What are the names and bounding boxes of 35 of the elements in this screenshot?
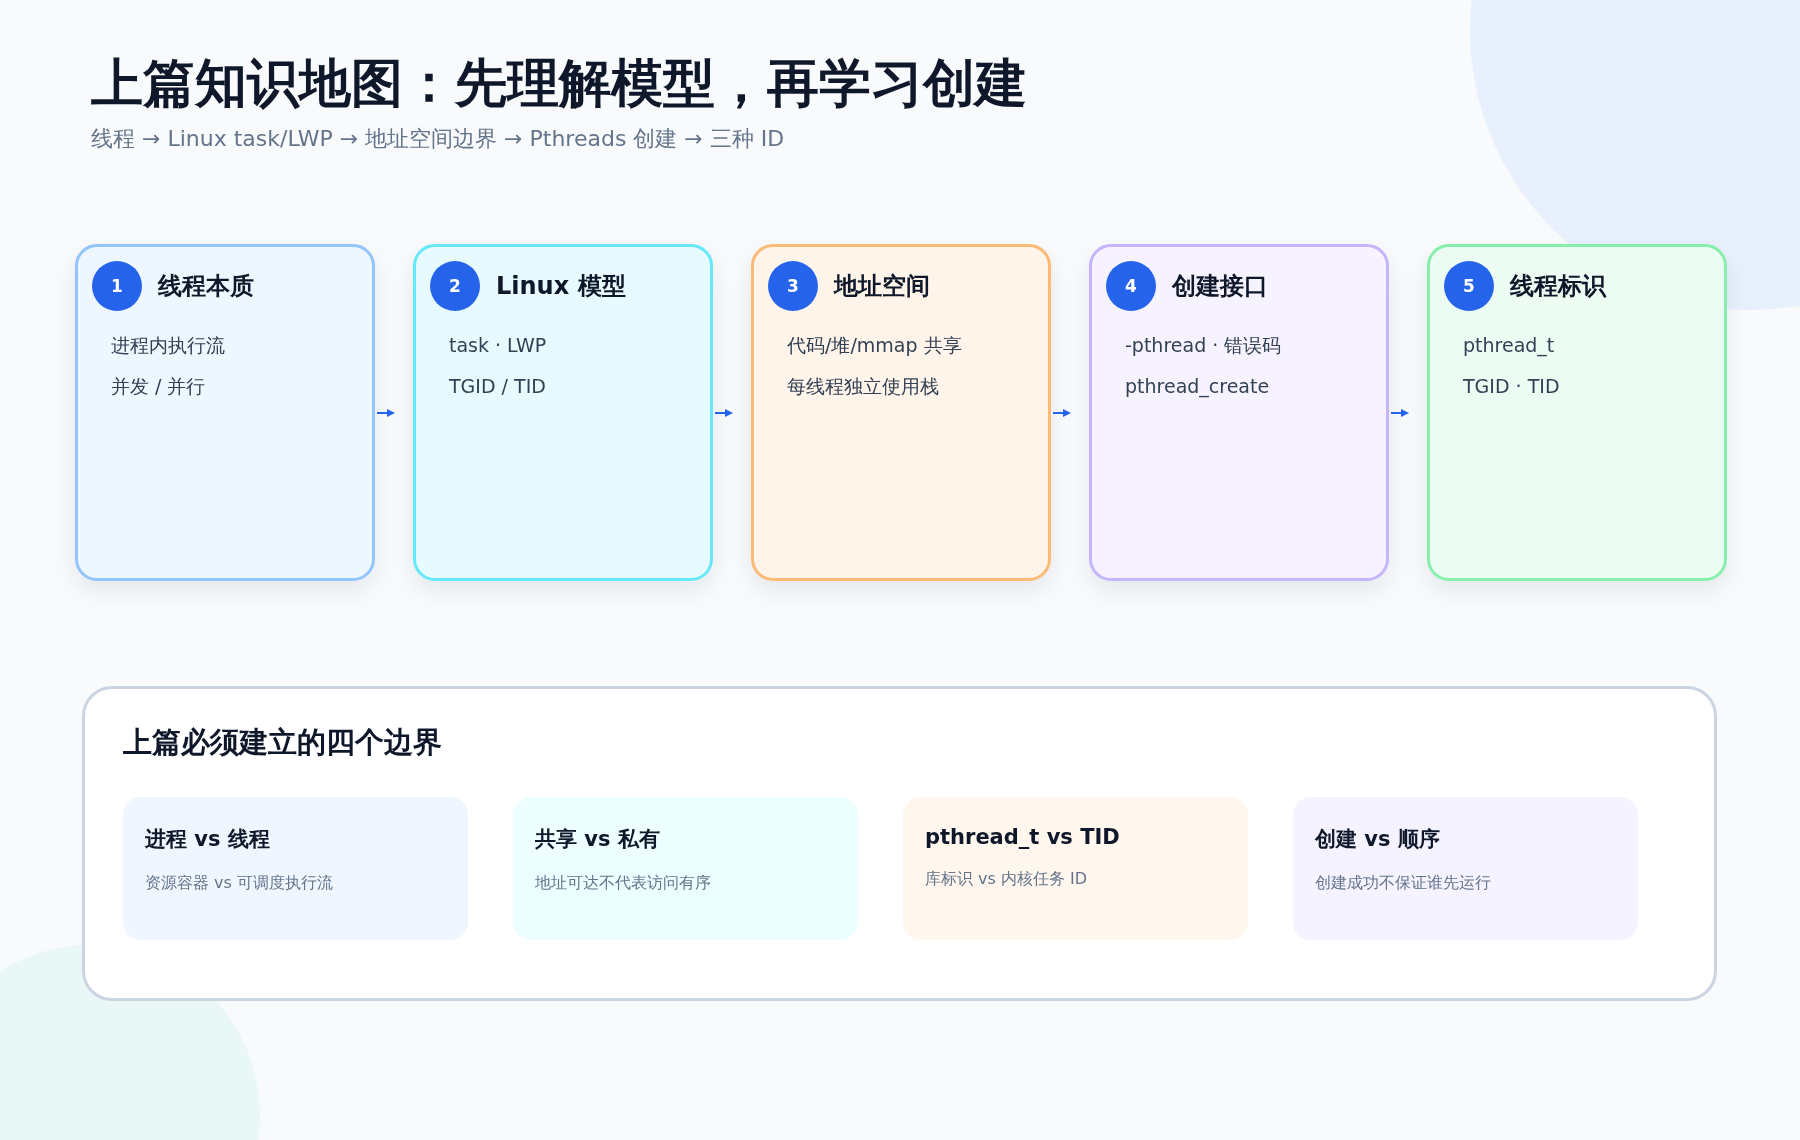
step-number-badge: 1	[92, 261, 142, 311]
step-number-badge: 3	[768, 261, 818, 311]
boundary-text: 地址可达不代表访问有序	[535, 873, 712, 894]
arrow-icon	[1053, 407, 1071, 418]
arrow-icon	[377, 407, 395, 418]
panel-title: 上篇必须建立的四个边界	[123, 724, 443, 761]
boundary-title: pthread_t vs TID	[925, 825, 1121, 849]
boundary-text: 库标识 vs 内核任务 ID	[925, 869, 1089, 890]
arrow-icon	[715, 407, 733, 418]
step-text: TGID · TID	[1463, 374, 1561, 399]
step-number-badge: 4	[1106, 261, 1156, 311]
step-text: pthread_create	[1125, 374, 1271, 400]
page-title: 上篇知识地图：先理解模型，再学习创建	[91, 52, 1028, 115]
boundary-text: 创建成功不保证谁先运行	[1315, 873, 1492, 894]
step-number-badge: 5	[1444, 261, 1494, 311]
arrow-icon	[1391, 407, 1409, 418]
step-text: 并发 / 并行	[111, 374, 207, 399]
step-text: TGID / TID	[449, 374, 547, 399]
step-title: 线程标识	[1510, 271, 1606, 302]
step-text: pthread_t	[1463, 333, 1556, 359]
boundary-title: 共享 vs 私有	[535, 826, 661, 853]
step-text: 每线程独立使用栈	[787, 374, 940, 399]
boundary-title: 进程 vs 线程	[145, 826, 271, 853]
step-title: 线程本质	[158, 271, 254, 302]
step-title: Linux 模型	[496, 271, 626, 302]
step-number-badge: 2	[430, 261, 480, 311]
step-text: 进程内执行流	[111, 333, 226, 358]
step-title: 创建接口	[1172, 271, 1268, 302]
boundary-title: 创建 vs 顺序	[1315, 826, 1441, 853]
step-title: 地址空间	[834, 271, 930, 302]
step-text: task · LWP	[449, 333, 548, 358]
step-text: -pthread · 错误码	[1125, 333, 1283, 358]
step-text: 代码/堆/mmap 共享	[787, 333, 963, 358]
page-subtitle: 线程 → Linux task/LWP → 地址空间边界 → Pthreads 创建 → 三种 ID	[91, 125, 786, 153]
boundary-text: 资源容器 vs 可调度执行流	[145, 873, 334, 894]
